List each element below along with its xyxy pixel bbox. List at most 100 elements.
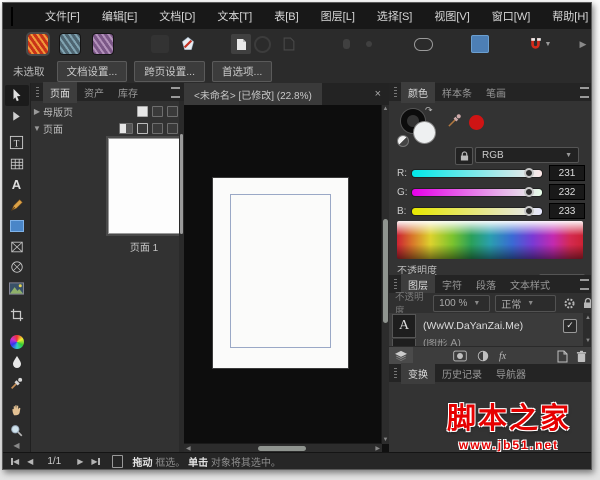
vector-pen-tool-icon[interactable]: [5, 195, 29, 216]
document-close-icon[interactable]: ×: [375, 88, 381, 100]
layer-visibility-checkbox[interactable]: ✓: [563, 319, 577, 333]
slider-track-r[interactable]: [412, 170, 542, 177]
spread-setup-button[interactable]: 跨页设置...: [134, 61, 205, 82]
layers-scrollbar[interactable]: ▲▼: [583, 313, 592, 346]
document-setup-button[interactable]: 文档设置...: [57, 61, 128, 82]
color-lock-icon[interactable]: [455, 147, 473, 165]
first-page-button[interactable]: ◀: [11, 457, 19, 466]
toolbar-overflow-arrow[interactable]: ▶: [577, 33, 589, 55]
last-page-button[interactable]: ▶: [91, 457, 99, 466]
slider-value-b[interactable]: 233: [549, 203, 585, 219]
designer-persona-icon[interactable]: [59, 33, 81, 55]
menu-view[interactable]: 视图[V]: [423, 3, 480, 29]
layer-effects-fx-label[interactable]: fx: [499, 351, 506, 362]
node-tool-icon[interactable]: [5, 106, 29, 127]
panel-menu-icon[interactable]: [580, 279, 589, 290]
previous-page-button[interactable]: ◀: [27, 457, 33, 466]
color-picker-tool-icon[interactable]: [5, 373, 29, 394]
artistic-text-tool-icon[interactable]: A: [5, 174, 29, 195]
scroll-right-arrow[interactable]: ▶: [375, 445, 380, 452]
layers-opacity-select[interactable]: 100 %▼: [433, 295, 490, 312]
none-color-well[interactable]: [397, 135, 409, 147]
panel-grip-icon[interactable]: [394, 279, 397, 289]
panel-menu-icon[interactable]: [580, 87, 589, 98]
zoom-tool-icon[interactable]: [5, 420, 29, 441]
scroll-up-arrow[interactable]: ▲: [382, 106, 389, 112]
expand-arrow-icon[interactable]: ▶: [31, 107, 43, 116]
vertical-scrollbar-thumb[interactable]: [383, 219, 388, 323]
table-tool-icon[interactable]: [5, 153, 29, 174]
menu-document[interactable]: 文档[D]: [148, 3, 206, 29]
tab-text-styles[interactable]: 文本样式: [503, 274, 557, 295]
tab-swatches[interactable]: 样本条: [435, 82, 479, 103]
move-tool-icon[interactable]: [5, 85, 29, 106]
recent-color-red[interactable]: [469, 115, 484, 130]
page-thumbnail[interactable]: [109, 139, 179, 233]
preferences-button[interactable]: 首选项...: [212, 61, 272, 82]
spread-view-icon[interactable]: [119, 123, 133, 134]
adjustment-layer-icon[interactable]: [477, 350, 489, 362]
new-document-icon[interactable]: [230, 33, 252, 55]
slider-handle-r[interactable]: [524, 168, 534, 178]
ellipse-picture-frame-tool-icon[interactable]: [5, 257, 29, 278]
document-tab[interactable]: <未命名> [已修改] (22.8%): [184, 83, 322, 105]
eyedropper-icon[interactable]: [447, 113, 462, 128]
panel-grip-icon[interactable]: [394, 87, 397, 97]
magnet-dropdown-caret[interactable]: ▼: [543, 33, 553, 55]
next-page-button[interactable]: ▶: [77, 457, 83, 466]
color-spectrum[interactable]: [397, 221, 583, 259]
menu-file[interactable]: 文件[F]: [34, 3, 91, 29]
new-layer-icon[interactable]: [557, 350, 568, 363]
fill-color-well[interactable]: [413, 121, 436, 144]
gradient-fill-tool-icon[interactable]: [5, 331, 29, 352]
scroll-down-arrow[interactable]: ▼: [382, 437, 389, 443]
tab-stroke[interactable]: 笔画: [479, 82, 513, 103]
add-master-icon[interactable]: [137, 106, 148, 117]
collapse-arrow-icon[interactable]: ▼: [31, 124, 43, 133]
thought-cloud-icon[interactable]: [412, 33, 434, 55]
tab-history[interactable]: 历史记录: [435, 363, 489, 384]
slider-value-r[interactable]: 231: [549, 165, 585, 181]
menu-text[interactable]: 文本[T]: [206, 3, 263, 29]
swap-colors-icon[interactable]: ↷: [425, 105, 433, 116]
panel-grip-icon[interactable]: [36, 87, 39, 97]
rect-picture-frame-tool-icon[interactable]: [5, 236, 29, 257]
menu-window[interactable]: 窗口[W]: [481, 3, 542, 29]
place-image-tool-icon[interactable]: [5, 278, 29, 299]
tab-color[interactable]: 颜色: [401, 82, 435, 103]
add-page-icon[interactable]: [137, 123, 148, 134]
slider-value-g[interactable]: 232: [549, 184, 585, 200]
transparency-tool-icon[interactable]: [5, 352, 29, 373]
scroll-up-arrow[interactable]: ▲: [585, 315, 591, 321]
tools-collapse-arrow[interactable]: ◀: [13, 441, 19, 450]
rectangle-tool-icon[interactable]: [5, 216, 29, 237]
menu-help[interactable]: 帮助[H]: [541, 3, 592, 29]
photo-persona-icon[interactable]: [92, 33, 114, 55]
delete-layer-trash-icon[interactable]: [576, 350, 587, 363]
blend-mode-select[interactable]: 正常▼: [495, 295, 556, 312]
pages-section-row[interactable]: ▼ 页面: [31, 120, 178, 136]
panel-grip-icon[interactable]: [394, 368, 397, 378]
tab-transform[interactable]: 变换: [401, 363, 435, 384]
slider-handle-g[interactable]: [524, 187, 534, 197]
menu-select[interactable]: 选择[S]: [366, 3, 423, 29]
mask-layer-icon[interactable]: [453, 350, 467, 362]
panel-menu-icon[interactable]: [171, 87, 180, 98]
color-mode-select[interactable]: RGB▼: [475, 147, 579, 163]
tab-character[interactable]: 字符: [435, 274, 469, 295]
slider-handle-b[interactable]: [524, 206, 534, 216]
color-swatch-blue-icon[interactable]: [469, 33, 491, 55]
document-viewport[interactable]: [184, 105, 382, 444]
pages-scrollbar-thumb[interactable]: [180, 134, 183, 234]
layer-settings-gear-icon[interactable]: [563, 297, 576, 310]
tab-assets[interactable]: 资产: [77, 82, 111, 103]
menu-layer[interactable]: 图层[L]: [310, 3, 366, 29]
layer-lock-icon[interactable]: [583, 297, 592, 309]
document-page[interactable]: [213, 178, 348, 368]
tab-paragraph[interactable]: 段落: [469, 274, 503, 295]
menu-table[interactable]: 表[B]: [263, 3, 309, 29]
tab-stock[interactable]: 库存: [111, 82, 145, 103]
menu-edit[interactable]: 编辑[E]: [91, 3, 148, 29]
scroll-down-arrow[interactable]: ▼: [585, 338, 591, 344]
master-pages-row[interactable]: ▶ 母版页: [31, 103, 178, 119]
